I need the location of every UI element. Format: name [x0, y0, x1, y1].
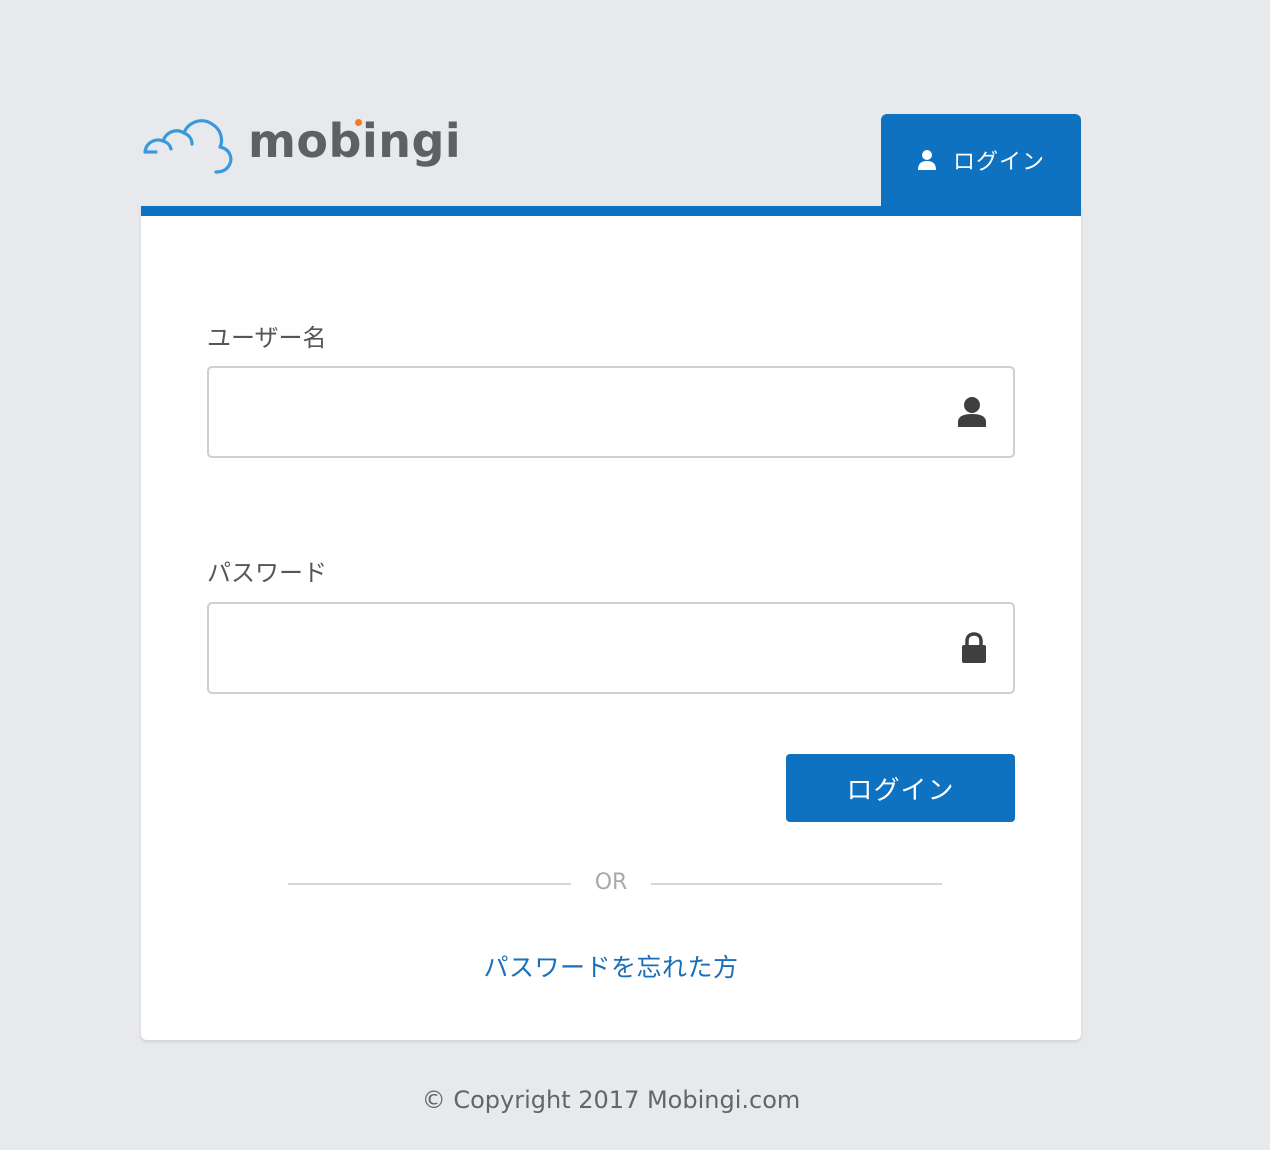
login-tab[interactable]: ログイン [881, 114, 1081, 206]
username-label: ユーザー名 [207, 324, 327, 352]
lock-icon [961, 632, 987, 664]
cloud-icon [142, 114, 234, 174]
username-field-wrapper [207, 366, 1015, 458]
login-tab-label: ログイン [952, 150, 1045, 175]
login-card: ユーザー名 パスワード ログイン OR パスワードを忘れた方 [141, 206, 1081, 1040]
brand-name: mobingi [248, 118, 461, 164]
password-field-wrapper [207, 602, 1015, 694]
login-page: mobingi ログイン ユーザー名 パスワード ログイン OR パスワードを忘… [0, 0, 1270, 1150]
forgot-password-link[interactable]: パスワードを忘れた方 [141, 948, 1081, 984]
user-icon [957, 396, 987, 428]
username-input[interactable] [209, 368, 1013, 456]
divider-or: OR [594, 870, 628, 895]
brand-dot [355, 119, 362, 126]
login-button[interactable]: ログイン [786, 754, 1015, 822]
footer-copyright: © Copyright 2017 Mobingi.com [421, 1086, 801, 1114]
divider-line-right [651, 883, 942, 885]
brand-logo: mobingi [142, 114, 461, 174]
user-icon [917, 149, 937, 171]
divider-line-left [288, 883, 571, 885]
password-label: パスワード [207, 559, 327, 587]
password-input[interactable] [209, 604, 1013, 692]
